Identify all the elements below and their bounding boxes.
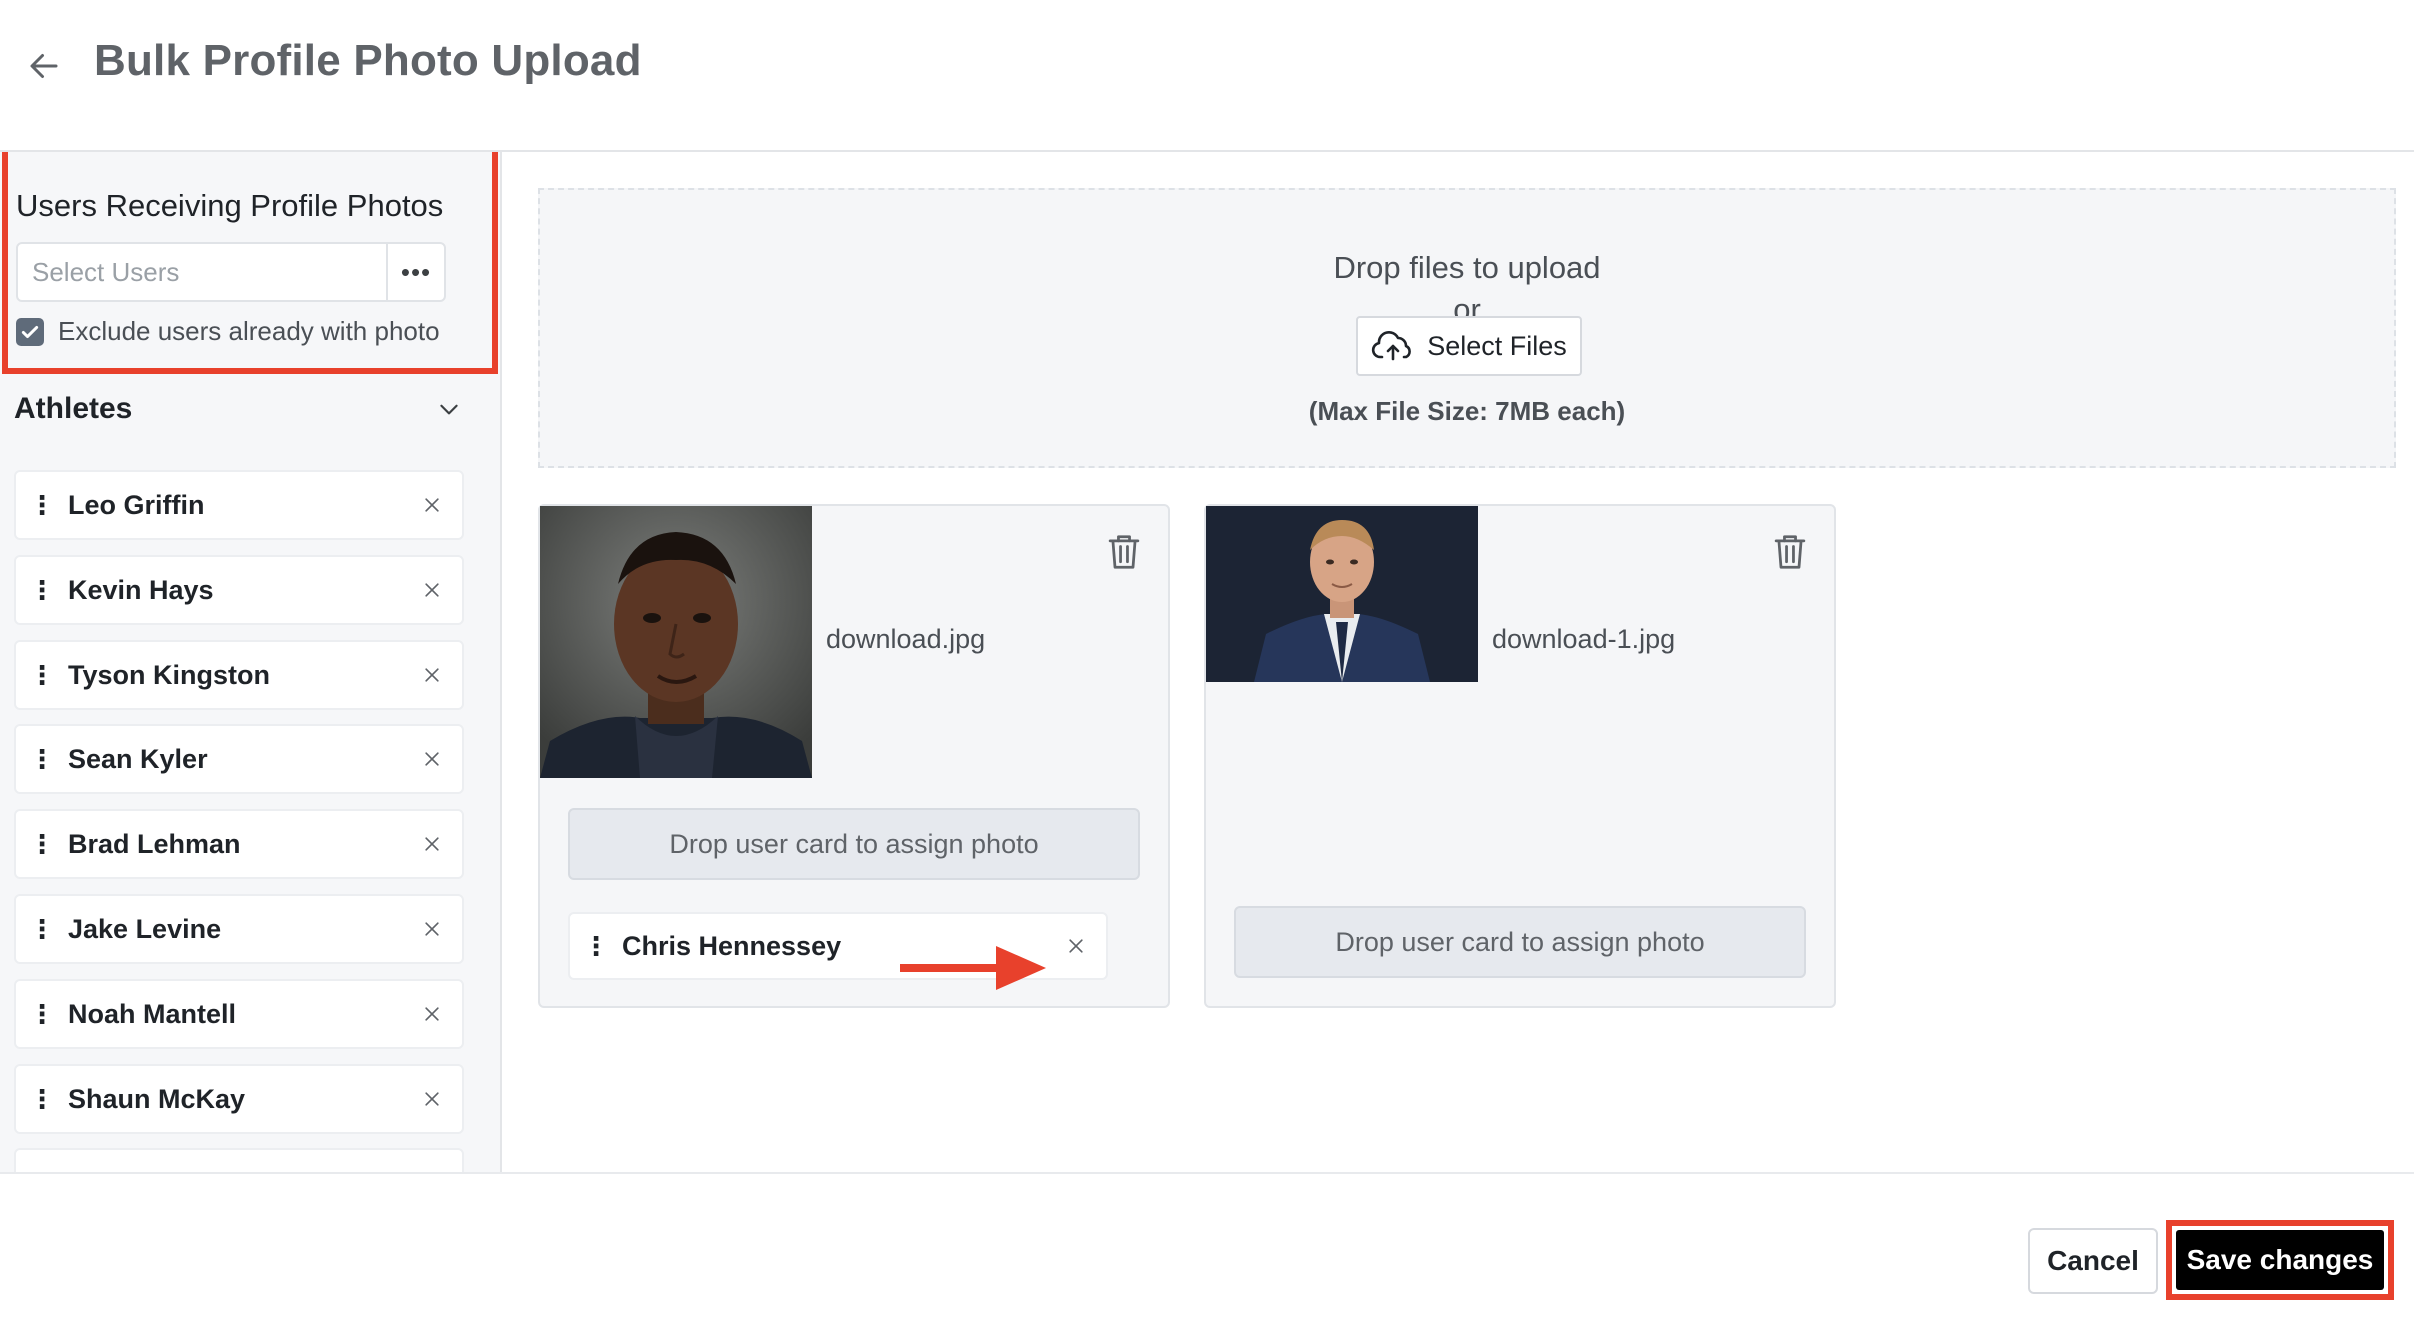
- footer-actions: Cancel Save changes: [0, 1172, 2414, 1324]
- user-name: Shaun McKay: [68, 1083, 246, 1114]
- athletes-group-toggle[interactable]: Athletes: [14, 384, 476, 434]
- select-files-label: Select Files: [1427, 330, 1567, 361]
- user-card[interactable]: ⋮ Tyson Kingston: [14, 640, 464, 710]
- drag-handle-icon[interactable]: ⋮: [570, 931, 622, 962]
- drag-handle-icon[interactable]: ⋮: [16, 660, 68, 691]
- remove-user-button[interactable]: [402, 495, 462, 515]
- drag-handle-icon[interactable]: ⋮: [16, 490, 68, 521]
- drag-handle-icon[interactable]: ⋮: [16, 575, 68, 606]
- close-icon: [425, 1007, 439, 1021]
- unassign-user-button[interactable]: [1046, 936, 1106, 956]
- drag-handle-icon[interactable]: ⋮: [16, 914, 68, 945]
- checkmark-icon: [21, 325, 39, 338]
- select-users-input[interactable]: Select Users: [18, 244, 386, 300]
- photo-card: download.jpg Drop user card to assign ph…: [538, 504, 1170, 1008]
- users-receiving-panel: Users Receiving Profile Photos Select Us…: [2, 152, 498, 374]
- exclude-with-photo-option[interactable]: Exclude users already with photo: [16, 316, 440, 347]
- close-icon: [1069, 939, 1083, 953]
- remove-user-button[interactable]: [402, 1004, 462, 1024]
- close-icon: [425, 1092, 439, 1106]
- close-icon: [425, 583, 439, 597]
- photo-card: download-1.jpg Drop user card to assign …: [1204, 504, 1836, 1008]
- close-icon: [425, 668, 439, 682]
- chevron-down-icon: [440, 404, 458, 415]
- cancel-button[interactable]: Cancel: [2028, 1228, 2158, 1294]
- user-name: Kevin Hays: [68, 574, 214, 605]
- user-card[interactable]: ⋮ Noah Mantell: [14, 979, 464, 1049]
- user-name: Leo Griffin: [68, 489, 205, 520]
- file-dropzone[interactable]: Drop files to upload or Select Files (Ma…: [538, 188, 2396, 468]
- user-card[interactable]: ⋮ Leo Griffin: [14, 470, 464, 540]
- cloud-upload-icon: [1372, 331, 1412, 361]
- remove-user-button[interactable]: [402, 749, 462, 769]
- delete-photo-button[interactable]: [1770, 532, 1810, 572]
- user-card[interactable]: ⋮ Brad Lehman: [14, 809, 464, 879]
- trash-icon: [1108, 535, 1140, 569]
- select-users-field[interactable]: Select Users •••: [16, 242, 446, 302]
- more-options-button[interactable]: •••: [386, 244, 444, 300]
- trash-icon: [1774, 535, 1806, 569]
- remove-user-button[interactable]: [402, 919, 462, 939]
- arrow-left-icon: [30, 54, 58, 78]
- close-icon: [425, 498, 439, 512]
- user-card[interactable]: ⋮ Sean Kyler: [14, 724, 464, 794]
- exclude-label: Exclude users already with photo: [58, 316, 440, 346]
- close-icon: [425, 752, 439, 766]
- close-icon: [425, 922, 439, 936]
- drag-handle-icon[interactable]: ⋮: [16, 999, 68, 1030]
- remove-user-button[interactable]: [402, 834, 462, 854]
- photo-thumbnail: [1206, 506, 1478, 682]
- exclude-checkbox[interactable]: [16, 317, 44, 346]
- portrait-photo: [1206, 506, 1478, 682]
- drop-user-target[interactable]: Drop user card to assign photo: [1234, 906, 1806, 978]
- file-name: download-1.jpg: [1492, 624, 1676, 654]
- drag-handle-icon[interactable]: ⋮: [16, 744, 68, 775]
- save-highlight: Save changes: [2166, 1220, 2394, 1300]
- athletes-group-title: Athletes: [14, 392, 133, 425]
- annotation-arrow-icon: [900, 946, 1046, 990]
- file-name: download.jpg: [826, 624, 986, 654]
- dropzone-title: Drop files to upload: [1333, 250, 1601, 285]
- drop-user-target[interactable]: Drop user card to assign photo: [568, 808, 1140, 880]
- remove-user-button[interactable]: [402, 665, 462, 685]
- user-card[interactable]: ⋮ Shaun McKay: [14, 1064, 464, 1134]
- users-sidebar: Users Receiving Profile Photos Select Us…: [0, 152, 502, 1172]
- user-name: Noah Mantell: [68, 998, 237, 1029]
- user-card[interactable]: ⋮ Jake Levine: [14, 894, 464, 964]
- user-name: Sean Kyler: [68, 743, 208, 774]
- portrait-photo: [540, 506, 812, 778]
- page-title: Bulk Profile Photo Upload: [94, 36, 642, 85]
- max-file-size-note: (Max File Size: 7MB each): [1308, 396, 1626, 426]
- users-receiving-title: Users Receiving Profile Photos: [16, 188, 444, 223]
- page-header: Bulk Profile Photo Upload: [0, 0, 2414, 152]
- user-name: Jake Levine: [68, 913, 222, 944]
- user-name: Brad Lehman: [68, 828, 241, 859]
- user-name: Tyson Kingston: [68, 659, 270, 690]
- remove-user-button[interactable]: [402, 1089, 462, 1109]
- close-icon: [425, 837, 439, 851]
- drag-handle-icon[interactable]: ⋮: [16, 829, 68, 860]
- select-files-button[interactable]: Select Files: [1356, 316, 1582, 376]
- user-card[interactable]: ⋮ Kevin Hays: [14, 555, 464, 625]
- remove-user-button[interactable]: [402, 580, 462, 600]
- delete-photo-button[interactable]: [1104, 532, 1144, 572]
- photo-thumbnail: [540, 506, 812, 778]
- save-changes-button[interactable]: Save changes: [2176, 1230, 2384, 1290]
- drag-handle-icon[interactable]: ⋮: [16, 1084, 68, 1115]
- user-card-partial[interactable]: [14, 1148, 464, 1172]
- back-button[interactable]: [22, 44, 66, 88]
- upload-main-area: Drop files to upload or Select Files (Ma…: [504, 152, 2414, 1172]
